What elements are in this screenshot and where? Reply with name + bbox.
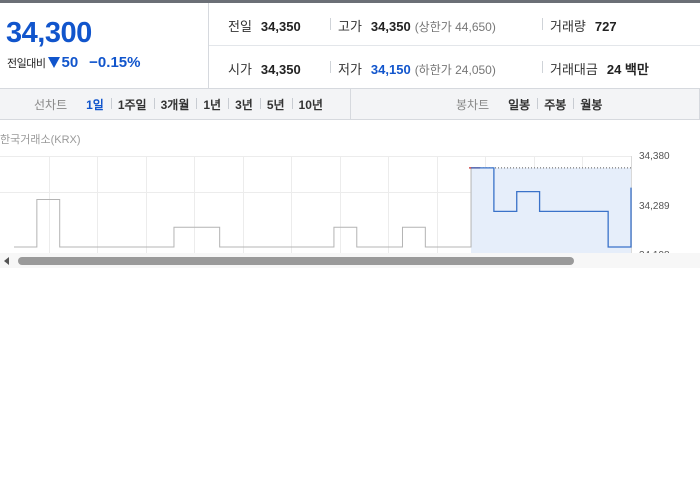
tab-1y[interactable]: 1년 [196,96,228,113]
premarket-series-line [14,167,472,248]
stat-label: 거래량 [550,19,586,34]
stat-value: 34,350 [260,19,301,34]
row-divider [209,45,700,46]
tab-1w[interactable]: 1주일 [110,96,154,113]
price-box: 34,300 전일대비 50 −0.15% [0,3,209,88]
tab-group-divider [350,89,351,119]
stat-prev-close: 전일 34,350 [228,16,301,35]
chart-period-tabs: 선차트 1일 1주일 3개월 1년 3년 5년 10년 봉차트 일봉 주봉 월봉 [0,88,700,120]
stat-label: 거래대금 [550,62,598,77]
current-price: 34,300 [6,17,92,49]
tab-3m[interactable]: 3개월 [153,96,197,113]
scrollbar-thumb[interactable] [18,257,574,265]
stat-value: 34,350 [260,62,301,77]
tab-3y[interactable]: 3년 [228,96,260,113]
line-chart-tabs: 선차트 1일 1주일 3개월 1년 3년 5년 10년 [34,89,330,119]
tab-weekly[interactable]: 주봉 [537,96,573,113]
change-percent: −0.15% [89,54,141,71]
stat-value: 34,150 [370,62,411,77]
line-chart-label: 선차트 [34,97,68,112]
lower-limit: (하한가 24,050) [414,63,496,77]
stat-volume: 거래량 727 [550,16,617,35]
quote-panel: 34,300 전일대비 50 −0.15% 전일 34,350 고가 34,35… [0,3,700,89]
stat-label: 시가 [228,62,252,77]
stat-label: 고가 [338,19,362,34]
tab-monthly[interactable]: 월봉 [573,96,609,113]
exchange-label: 한국거래소(KRX) [0,134,81,146]
chart-series [14,167,632,253]
tab-10y[interactable]: 10년 [291,96,330,113]
tab-daily[interactable]: 일봉 [501,96,537,113]
y-tick-label: 34,289 [639,201,670,212]
stat-high: 고가 34,350 (상한가 44,650) [338,16,496,35]
divider [542,61,543,73]
stat-label: 저가 [338,62,362,77]
divider [330,61,331,73]
divider [330,18,331,30]
chart-scrollbar[interactable] [0,253,700,268]
change-row: 전일대비 50 −0.15% [7,54,140,71]
tab-5y[interactable]: 5년 [259,96,292,113]
stat-low: 저가 34,150 (하한가 24,050) [338,59,496,78]
change-amount: 50 [61,54,79,71]
tab-1d[interactable]: 1일 [79,96,111,113]
triangle-left-icon[interactable] [4,257,9,265]
upper-limit: (상한가 44,650) [414,20,496,34]
stat-open: 시가 34,350 [228,59,301,78]
stat-value: 34,350 [370,19,411,34]
candle-chart-label: 봉차트 [456,97,490,112]
stat-value: 24 백만 [606,62,649,77]
change-label: 전일대비 [7,57,46,70]
divider [542,18,543,30]
stat-trade-value: 거래대금 24 백만 [550,59,649,78]
stat-label: 전일 [228,19,252,34]
down-triangle-icon [48,57,61,68]
price-chart [0,156,632,253]
chart-area-fill [471,167,631,253]
stat-value: 727 [594,19,617,34]
candle-chart-tabs: 봉차트 일봉 주봉 월봉 [456,89,609,119]
y-tick-label: 34,380 [639,151,670,162]
